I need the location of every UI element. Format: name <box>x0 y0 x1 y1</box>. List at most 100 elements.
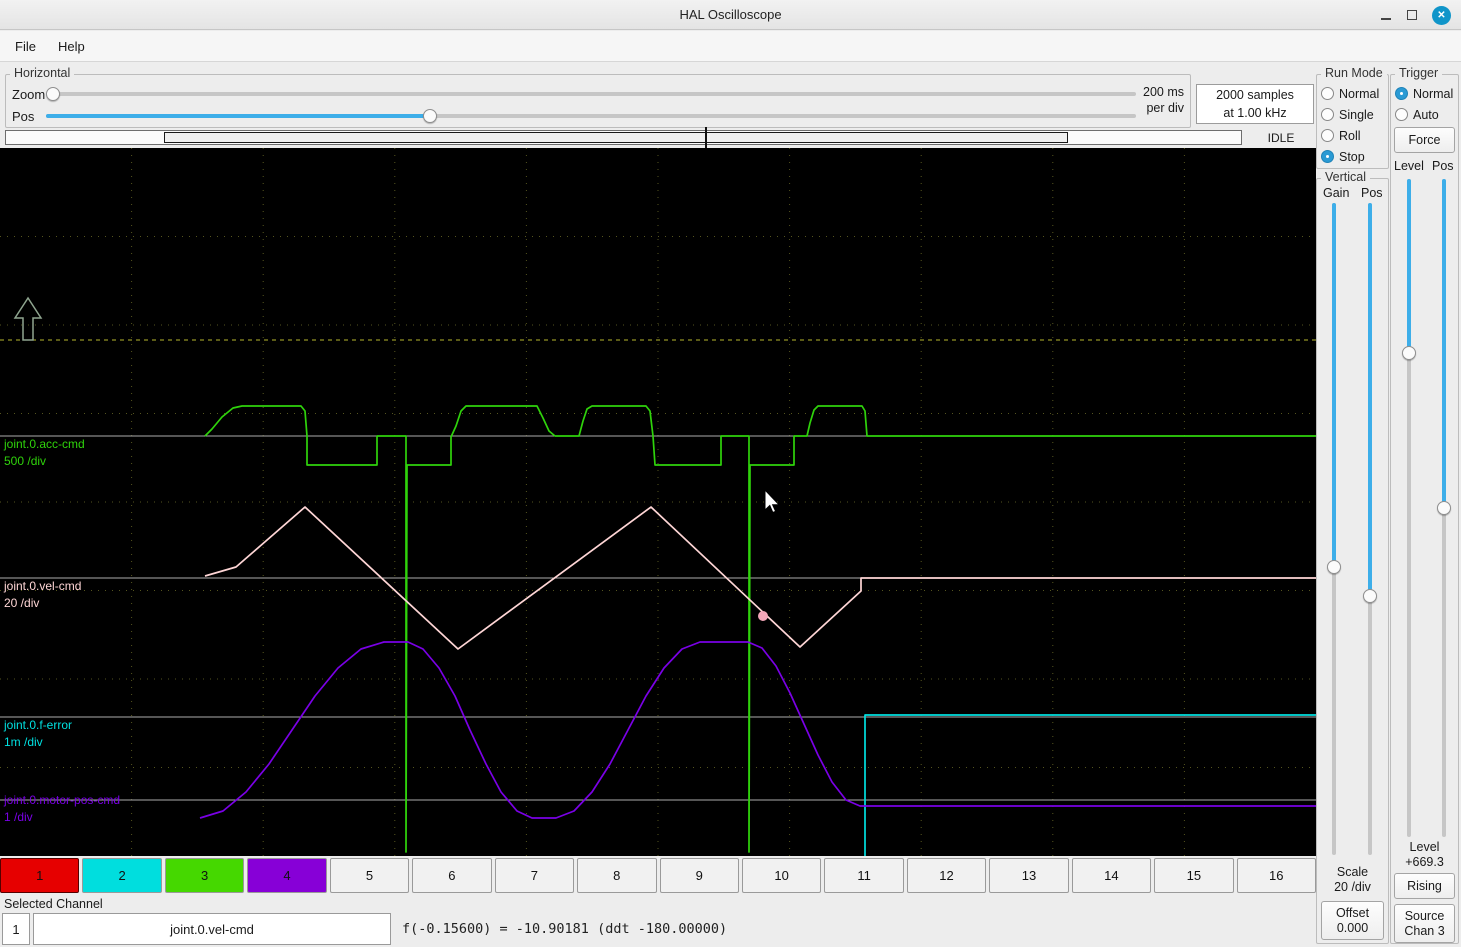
gain-slider[interactable] <box>1327 203 1341 855</box>
channel-button-10[interactable]: 10 <box>741 858 822 893</box>
vertical-pos-track <box>1368 203 1372 855</box>
vertical-scale-readout: Scale 20 /div <box>1317 865 1388 895</box>
pos-slider-handle[interactable] <box>422 109 437 123</box>
trigger-pos-fill <box>1442 179 1446 508</box>
channel-button-5[interactable]: 5 <box>329 858 410 893</box>
trigger-pos-handle[interactable] <box>1437 501 1451 515</box>
horizontal-panel: Horizontal Zoom Pos 200 ms per div <box>5 66 1191 128</box>
trigger-panel: Trigger Normal Auto Force Level Pos Level… <box>1390 66 1459 944</box>
channel-button-6[interactable]: 6 <box>412 858 492 893</box>
channel-button-2[interactable]: 2 <box>82 858 162 893</box>
radio-option-label: Normal <box>1339 86 1380 101</box>
titlebar: HAL Oscilloscope ✕ <box>0 0 1461 30</box>
gain-slider-handle[interactable] <box>1327 559 1341 574</box>
channel-button-15[interactable]: 15 <box>1154 858 1234 893</box>
channel-buttons-bar: 1 2 3 4 5 6 7 8 9 10 11 12 13 14 15 16 <box>0 858 1316 893</box>
trace-joint.0.f-error <box>864 714 1316 856</box>
trace-label-joint.0.f-error: joint.0.f-error <box>3 718 72 732</box>
radio-selected-icon[interactable] <box>1395 87 1408 100</box>
trigger-pos-slider[interactable] <box>1437 179 1451 837</box>
vertical-frame-label: Vertical <box>1321 170 1370 184</box>
trigger-source-value: Chan 3 <box>1404 923 1445 938</box>
channel-button-12[interactable]: 12 <box>906 858 987 893</box>
force-button[interactable]: Force <box>1394 127 1455 153</box>
menu-file[interactable]: File <box>4 34 47 59</box>
mouse-cursor <box>764 488 781 514</box>
zoom-slider-handle[interactable] <box>45 87 60 101</box>
radio-icon[interactable] <box>1321 129 1334 142</box>
trigger-level-handle[interactable] <box>1402 346 1416 361</box>
time-per-div: 200 ms per div <box>1143 84 1184 116</box>
radio-icon[interactable] <box>1321 108 1334 121</box>
trace-scale-joint.0.motor-pos-cmd: 1 /div <box>4 810 33 824</box>
trigger-level-readout-value: +669.3 <box>1405 855 1444 869</box>
radio-icon[interactable] <box>1321 87 1334 100</box>
window-title: HAL Oscilloscope <box>679 7 782 22</box>
sample-marker <box>758 611 768 621</box>
radio-option-roll[interactable]: Roll <box>1317 125 1388 146</box>
channel-button-8[interactable]: 8 <box>577 858 657 893</box>
trace-label-joint.0.acc-cmd: joint.0.acc-cmd <box>3 437 85 451</box>
trigger-level-fill <box>1407 179 1411 354</box>
trigger-level-track <box>1407 179 1411 837</box>
scope-display[interactable]: joint.0.acc-cmd 500 /div joint.0.vel-cmd 20… <box>0 148 1316 856</box>
radio-option-label: Normal <box>1413 86 1454 101</box>
vertical-pos-slider[interactable] <box>1363 203 1377 855</box>
offset-button[interactable]: Offset 0.000 <box>1321 901 1384 940</box>
radio-selected-icon[interactable] <box>1321 150 1334 163</box>
minimize-button[interactable] <box>1380 9 1392 21</box>
radio-option-auto[interactable]: Auto <box>1391 104 1458 125</box>
scale-label: Scale <box>1336 865 1369 879</box>
vertical-pos-handle[interactable] <box>1363 589 1377 604</box>
trigger-pos-column-label: Pos <box>1432 159 1454 173</box>
trace-label-joint.0.vel-cmd: joint.0.vel-cmd <box>3 579 81 593</box>
scale-value: 20 /div <box>1334 880 1371 894</box>
record-position-arrow-icon <box>13 296 43 341</box>
radio-option-normal[interactable]: Normal <box>1391 83 1458 104</box>
channel-value-readout: f(-0.15600) = -10.90181 (ddt -180.00000) <box>402 921 728 937</box>
zoom-slider[interactable] <box>45 87 1136 101</box>
gain-slider-fill <box>1332 203 1336 567</box>
record-preview-bar[interactable] <box>5 127 1242 148</box>
window-controls: ✕ <box>1380 0 1451 30</box>
trigger-source-button[interactable]: Source Chan 3 <box>1394 904 1455 943</box>
trigger-edge-button[interactable]: Rising <box>1394 873 1455 899</box>
radio-option-normal[interactable]: Normal <box>1317 83 1388 104</box>
trigger-level-column-label: Level <box>1394 159 1424 173</box>
trace-joint.0.motor-pos-cmd <box>199 641 1316 819</box>
radio-option-single[interactable]: Single <box>1317 104 1388 125</box>
trace-joint.0.acc-cmd <box>204 405 1316 853</box>
trigger-mode-options: Normal Auto <box>1391 75 1458 125</box>
preview-visible-window[interactable] <box>164 132 1069 143</box>
channel-button-13[interactable]: 13 <box>989 858 1069 893</box>
trace-scale-joint.0.f-error: 1m /div <box>4 735 43 749</box>
channel-button-16[interactable]: 16 <box>1236 858 1316 893</box>
menu-help[interactable]: Help <box>47 34 96 59</box>
close-button[interactable]: ✕ <box>1432 5 1451 25</box>
trigger-level-slider[interactable] <box>1402 179 1416 837</box>
channel-button-9[interactable]: 9 <box>659 858 739 893</box>
selected-channel-name[interactable]: joint.0.vel-cmd <box>33 913 391 945</box>
trigger-position-marker <box>705 127 707 148</box>
selected-channel-section-label: Selected Channel <box>4 897 103 911</box>
radio-option-label: Auto <box>1413 107 1439 122</box>
channel-button-14[interactable]: 14 <box>1071 858 1152 893</box>
radio-option-stop[interactable]: Stop <box>1317 146 1388 167</box>
trigger-level-readout-label: Level <box>1409 840 1440 854</box>
capture-status: IDLE <box>1267 130 1295 145</box>
channel-button-3[interactable]: 3 <box>164 858 245 893</box>
zoom-label: Zoom <box>12 87 46 102</box>
maximize-button[interactable] <box>1407 10 1417 20</box>
radio-icon[interactable] <box>1395 108 1408 121</box>
vertical-pos-fill <box>1368 203 1372 597</box>
selected-channel-number: 1 <box>2 913 30 945</box>
channel-button-11[interactable]: 11 <box>824 858 904 893</box>
channel-button-7[interactable]: 7 <box>494 858 575 893</box>
hal-oscilloscope-window: HAL Oscilloscope ✕ File Help Horizontal … <box>0 0 1461 947</box>
channel-button-1[interactable]: 1 <box>0 858 80 893</box>
channel-button-4[interactable]: 4 <box>247 858 327 893</box>
pos-slider-fill <box>46 114 430 118</box>
pos-slider[interactable] <box>46 109 1136 123</box>
samples-count: 2000 samples <box>1216 88 1294 102</box>
zoom-slider-track <box>46 92 1136 96</box>
